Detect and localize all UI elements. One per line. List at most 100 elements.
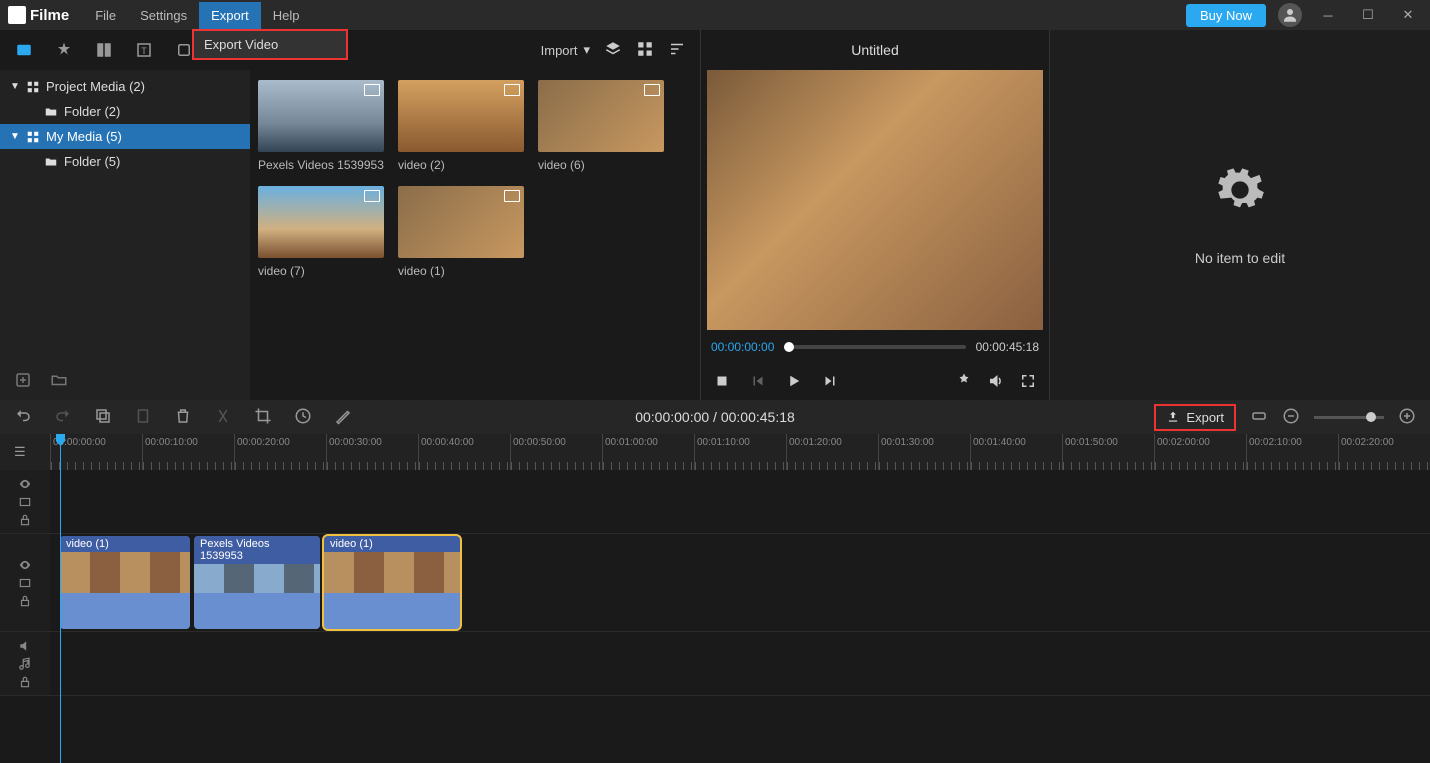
timeline-clip[interactable]: Pexels Videos 1539953	[194, 536, 320, 629]
grid-icon	[26, 130, 40, 144]
logo-icon	[8, 6, 26, 24]
maximize-button[interactable]: ☐	[1354, 1, 1382, 29]
timeline-clip[interactable]: video (1)	[60, 536, 190, 629]
folder-icon	[44, 155, 58, 169]
export-video-item[interactable]: Export Video	[194, 31, 346, 58]
add-folder-icon[interactable]	[14, 371, 32, 392]
redo-button[interactable]	[54, 407, 72, 428]
copy-button[interactable]	[94, 407, 112, 428]
media-thumb[interactable]: video (2)	[398, 80, 524, 172]
menu-help[interactable]: Help	[261, 2, 312, 29]
import-button[interactable]: Import ▾	[541, 42, 590, 58]
project-folder-row[interactable]: Folder (2)	[0, 99, 250, 124]
timeline-clip[interactable]: video (1)	[324, 536, 460, 629]
ruler-menu-icon[interactable]: ☰	[14, 444, 26, 460]
import-label: Import	[541, 43, 578, 58]
preview-title: Untitled	[701, 30, 1049, 70]
lock-icon[interactable]	[18, 675, 32, 689]
upload-icon	[1166, 410, 1180, 424]
zoom-in-button[interactable]	[1398, 407, 1416, 428]
next-frame-button[interactable]	[821, 372, 839, 393]
transitions-tab-icon[interactable]	[92, 38, 116, 62]
fit-button[interactable]	[1250, 407, 1268, 428]
close-button[interactable]: ✕	[1394, 1, 1422, 29]
zoom-knob[interactable]	[1366, 412, 1376, 422]
tick-label: 00:02:00:00	[1157, 437, 1210, 448]
delete-button[interactable]	[174, 407, 192, 428]
ruler-tick: 00:01:20:00	[786, 434, 878, 470]
paste-button[interactable]	[134, 407, 152, 428]
media-thumb[interactable]: Pexels Videos 1539953	[258, 80, 384, 172]
thumb-label: video (7)	[258, 264, 384, 278]
sort-icon[interactable]	[668, 40, 686, 61]
caret-down-icon: ▼	[10, 131, 20, 142]
media-thumb[interactable]: video (1)	[398, 186, 524, 278]
folder-path-icon[interactable]	[50, 371, 68, 392]
gear-icon	[1214, 164, 1266, 216]
fullscreen-icon[interactable]	[1019, 372, 1037, 393]
zoom-out-button[interactable]	[1282, 407, 1300, 428]
lock-icon[interactable]	[18, 594, 32, 608]
text-tab-icon[interactable]: T	[132, 38, 156, 62]
scrub-knob[interactable]	[784, 342, 794, 352]
timeline-ruler[interactable]: ☰ 00:00:00:0000:00:10:0000:00:20:0000:00…	[0, 434, 1430, 470]
clip-label: video (1)	[60, 536, 190, 552]
user-avatar[interactable]	[1278, 3, 1302, 27]
menu-file[interactable]: File	[83, 2, 128, 29]
clip-label: video (1)	[324, 536, 460, 552]
volume-icon[interactable]	[18, 639, 32, 653]
split-button[interactable]	[214, 407, 232, 428]
media-browser: Import ▾ Pexels Videos 1539953video (2)v…	[250, 30, 700, 400]
eye-icon[interactable]	[18, 477, 32, 491]
user-icon	[1281, 6, 1299, 24]
effects-tab-icon[interactable]	[52, 38, 76, 62]
tick-label: 00:01:30:00	[881, 437, 934, 448]
speed-button[interactable]	[294, 407, 312, 428]
zoom-slider[interactable]	[1314, 416, 1384, 419]
stop-button[interactable]	[713, 372, 731, 393]
my-media-folder-row[interactable]: Folder (5)	[0, 149, 250, 174]
project-media-label: Project Media (2)	[46, 79, 145, 94]
project-media-row[interactable]: ▼ Project Media (2)	[0, 74, 250, 99]
thumb-image	[398, 186, 524, 258]
play-button[interactable]	[785, 372, 803, 393]
clip-thumbnails	[194, 564, 320, 593]
thumb-label: video (1)	[398, 264, 524, 278]
project-panel: T ▼ Project Media (2) Folder (2) ▼ My Me…	[0, 30, 250, 400]
lock-icon[interactable]	[18, 513, 32, 527]
settings-icon[interactable]	[955, 372, 973, 393]
ruler-tick: 00:01:30:00	[878, 434, 970, 470]
media-thumb[interactable]: video (6)	[538, 80, 664, 172]
layers-icon[interactable]	[604, 40, 622, 61]
prev-frame-button[interactable]	[749, 372, 767, 393]
clip-thumbnails	[60, 552, 190, 593]
export-button[interactable]: Export	[1154, 404, 1236, 431]
media-thumb[interactable]: video (7)	[258, 186, 384, 278]
buy-now-button[interactable]: Buy Now	[1186, 4, 1266, 27]
menu-settings[interactable]: Settings	[128, 2, 199, 29]
duration-time: 00:00:45:18	[976, 340, 1039, 354]
grid-view-icon[interactable]	[636, 40, 654, 61]
playhead[interactable]	[60, 434, 61, 763]
ruler-tick: 00:00:20:00	[234, 434, 326, 470]
menu-export[interactable]: Export	[199, 2, 261, 29]
tick-label: 00:00:20:00	[237, 437, 290, 448]
color-button[interactable]	[334, 407, 352, 428]
undo-button[interactable]	[14, 407, 32, 428]
crop-button[interactable]	[254, 407, 272, 428]
chevron-down-icon: ▾	[583, 42, 590, 58]
preview-panel: Untitled 00:00:00:00 00:00:45:18	[700, 30, 1050, 400]
my-media-row[interactable]: ▼ My Media (5)	[0, 124, 250, 149]
video-badge-icon	[364, 84, 380, 96]
clip-audio-wave	[60, 593, 190, 629]
preview-viewport[interactable]	[707, 70, 1043, 330]
export-dropdown: Export Video	[192, 29, 348, 60]
minimize-button[interactable]: ─	[1314, 1, 1342, 29]
volume-icon[interactable]	[987, 372, 1005, 393]
thumb-image	[398, 80, 524, 152]
scrub-bar[interactable]	[784, 345, 965, 349]
ruler-tick: 00:01:10:00	[694, 434, 786, 470]
eye-icon[interactable]	[18, 558, 32, 572]
tick-label: 00:02:10:00	[1249, 437, 1302, 448]
media-tab-icon[interactable]	[12, 38, 36, 62]
